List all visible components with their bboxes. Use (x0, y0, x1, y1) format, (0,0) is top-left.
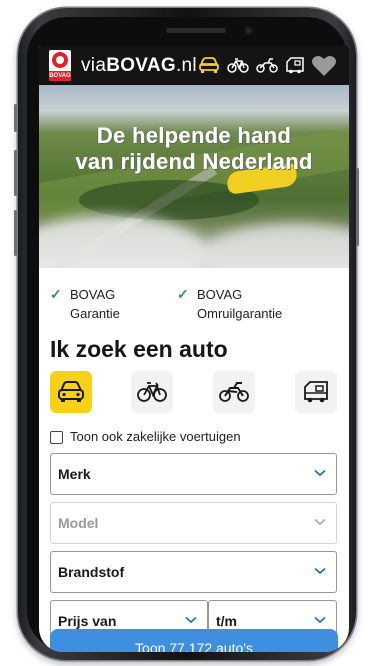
fuel-select[interactable]: Brandstof (50, 551, 337, 593)
show-results-label: Toon 77.172 auto's (135, 640, 253, 652)
site-name-main: BOVAG (106, 55, 176, 76)
vehicle-type-camper[interactable] (295, 371, 337, 413)
usp-exchange-line1: BOVAG (197, 287, 243, 302)
site-name-prefix: via (81, 55, 107, 76)
car-icon[interactable] (198, 56, 220, 74)
front-camera (244, 26, 253, 35)
logo-ring (52, 52, 68, 68)
hero-title: De helpende hand van rijdend Nederland (39, 123, 349, 175)
chevron-down-icon (314, 616, 326, 624)
camper-icon (304, 381, 328, 403)
usp-guarantee-line2: Garantie (70, 306, 120, 321)
brand-select[interactable]: Merk (50, 453, 337, 495)
top-navigation-bar: BOVAG viaBOVAG.nl (39, 46, 349, 85)
bovag-logo[interactable]: BOVAG (49, 50, 71, 81)
bicycle-icon[interactable] (227, 56, 249, 74)
usp-exchange-text: BOVAG Omruilgarantie (197, 285, 282, 323)
hero-banner: De helpende hand van rijdend Nederland (39, 85, 349, 268)
usp-exchange-line2: Omruilgarantie (197, 306, 283, 321)
heart-icon[interactable] (311, 54, 337, 78)
business-vehicles-checkbox[interactable] (50, 431, 63, 444)
business-vehicles-label[interactable]: Toon ook zakelijke voertuigen (70, 429, 241, 444)
vehicle-type-bicycle[interactable] (131, 371, 173, 413)
logo-text: BOVAG (49, 71, 71, 81)
hero-mist (39, 215, 209, 268)
chevron-down-icon (314, 518, 326, 526)
hero-title-line2: van rijdend Nederland (75, 149, 313, 174)
phone-screen: BOVAG viaBOVAG.nl De helpende hand van r… (39, 46, 349, 652)
bicycle-icon (137, 382, 167, 402)
model-select[interactable]: Model (50, 502, 337, 544)
check-icon: ✓ (50, 286, 62, 302)
camper-icon[interactable] (284, 56, 306, 74)
mute-switch (14, 210, 17, 256)
earpiece-speaker (166, 28, 226, 33)
hero-title-line1: De helpende hand (96, 123, 292, 148)
model-select-label: Model (58, 515, 99, 531)
power-button (356, 168, 359, 246)
price-from-label: Prijs van (58, 613, 117, 629)
site-name-suffix: .nl (175, 55, 197, 76)
usp-guarantee-line1: BOVAG (70, 287, 116, 302)
price-to-label: t/m (216, 613, 237, 629)
fuel-select-label: Brandstof (58, 564, 125, 580)
volume-up-button (14, 104, 17, 132)
show-results-button[interactable]: Toon 77.172 auto's (50, 629, 338, 652)
vehicle-type-car[interactable] (50, 371, 92, 413)
screenshot-stage: BOVAG viaBOVAG.nl De helpende hand van r… (0, 0, 373, 666)
hero-mist (199, 223, 349, 268)
volume-down-button (14, 150, 17, 196)
usp-guarantee-text: BOVAG Garantie (70, 285, 120, 323)
car-icon (58, 381, 84, 402)
brand-select-label: Merk (58, 466, 91, 482)
check-icon: ✓ (177, 286, 189, 302)
motorcycle-icon (219, 382, 249, 402)
chevron-down-icon (314, 567, 326, 575)
site-name[interactable]: viaBOVAG.nl (81, 55, 197, 77)
motorcycle-icon[interactable] (256, 56, 278, 74)
chevron-down-icon (314, 469, 326, 477)
vehicle-type-motorcycle[interactable] (213, 371, 255, 413)
search-title: Ik zoek een auto (50, 336, 228, 362)
chevron-down-icon (185, 616, 197, 624)
